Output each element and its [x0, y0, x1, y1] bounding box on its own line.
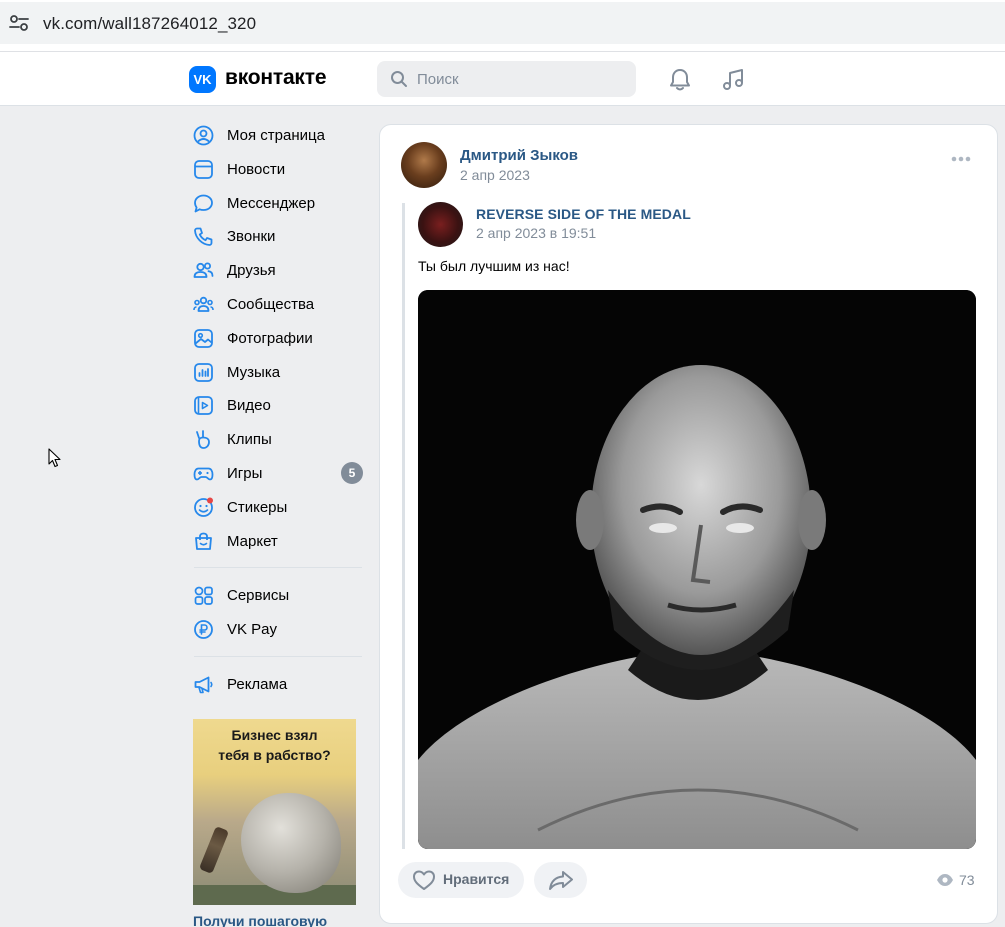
search-box[interactable]	[377, 61, 636, 97]
sidebar-divider	[194, 655, 362, 657]
sidebar-item-label: Фотографии	[227, 329, 313, 347]
repost-author-name[interactable]: REVERSE SIDE OF THE MEDAL	[476, 206, 691, 222]
sidebar-item-label: Клипы	[227, 431, 272, 449]
services-icon	[194, 587, 213, 606]
eye-icon	[937, 874, 953, 886]
ad-title[interactable]: Получи пошаговую	[193, 913, 356, 927]
sidebar-item-clips[interactable]: Клипы	[189, 422, 365, 456]
sidebar-item-label: Моя страница	[227, 127, 325, 144]
news-icon	[194, 159, 213, 179]
post-text: Ты был лучшим из нас!	[418, 258, 570, 274]
post-date[interactable]: 2 апр 2023	[460, 167, 530, 183]
sidebar-item-games[interactable]: Игры 5	[189, 456, 365, 490]
vk-logo-icon[interactable]: VK	[189, 66, 216, 93]
stickers-icon	[194, 497, 213, 517]
sidebar-item-vk-pay[interactable]: VK Pay	[189, 612, 365, 646]
sidebar-item-label: Видео	[227, 397, 271, 415]
portrait-illustration	[418, 290, 976, 849]
music-icon	[194, 362, 213, 382]
sidebar-item-market[interactable]: Маркет	[189, 524, 365, 558]
sidebar-item-label: Сообщества	[227, 295, 315, 313]
music-note-icon[interactable]	[720, 67, 746, 93]
repost-date[interactable]: 2 апр 2023 в 19:51	[476, 225, 596, 241]
sidebar-ad[interactable]: Бизнес взял тебя в рабство? Получи пошаг…	[193, 719, 356, 927]
post-photo[interactable]	[418, 290, 976, 849]
author-avatar[interactable]	[401, 142, 447, 188]
browser-address-bar: vk.com/wall187264012_320	[0, 0, 1005, 52]
games-icon	[193, 467, 214, 481]
url-text[interactable]: vk.com/wall187264012_320	[43, 14, 256, 34]
megaphone-icon	[194, 676, 213, 694]
left-sidebar: Моя страница Новости Мессенджер Звонки Д…	[189, 118, 365, 701]
sidebar-item-label: Мессенджер	[227, 194, 316, 212]
heart-icon	[413, 870, 435, 890]
views-count: 73	[959, 872, 975, 888]
sidebar-item-communities[interactable]: Сообщества	[189, 287, 365, 321]
sidebar-item-stickers[interactable]: Стикеры	[189, 490, 365, 524]
sidebar-item-photos[interactable]: Фотографии	[189, 321, 365, 355]
ad-heading-line: тебя в рабство?	[218, 747, 331, 763]
sidebar-item-messenger[interactable]: Мессенджер	[189, 186, 365, 220]
like-button[interactable]: Нравится	[398, 862, 524, 898]
ad-image-heading: Бизнес взял тебя в рабство?	[193, 725, 356, 765]
sidebar-item-services[interactable]: Сервисы	[189, 578, 365, 612]
sidebar-item-label: VK Pay	[227, 621, 278, 639]
sidebar-item-news[interactable]: Новости	[189, 152, 365, 186]
sidebar-item-label: Новости	[227, 160, 286, 178]
more-options-icon[interactable]	[950, 155, 972, 163]
sidebar-item-label: Маркет	[227, 532, 278, 550]
ad-boulder	[241, 793, 341, 893]
video-icon	[194, 396, 213, 416]
sidebar-item-label: Реклама	[227, 675, 288, 693]
bell-icon[interactable]	[667, 67, 693, 93]
sidebar-item-label: Игры	[227, 464, 263, 482]
clips-icon	[196, 430, 210, 450]
share-button[interactable]	[534, 862, 587, 898]
mouse-cursor-icon	[48, 448, 61, 468]
logo-mark: VK	[193, 72, 212, 87]
vk-wordmark[interactable]: вконтакте	[225, 66, 326, 90]
sidebar-item-ads[interactable]: Реклама	[189, 667, 365, 701]
sidebar-item-label: Друзья	[227, 262, 276, 280]
repost-avatar[interactable]	[418, 202, 463, 247]
sidebar-item-label: Стикеры	[227, 498, 288, 516]
search-icon	[391, 71, 407, 87]
sidebar-item-label: Звонки	[227, 228, 276, 246]
message-icon	[194, 194, 213, 212]
ad-heading-line: Бизнес взял	[231, 727, 318, 743]
sidebar-item-friends[interactable]: Друзья	[189, 253, 365, 287]
repost-line	[402, 203, 405, 849]
ad-figure	[198, 826, 230, 874]
user-circle-icon	[193, 125, 214, 146]
vk-header: VK вконтакте	[0, 52, 1005, 106]
sidebar-divider	[194, 567, 362, 569]
games-count-badge: 5	[341, 461, 363, 484]
post-author-name[interactable]: Дмитрий Зыков	[460, 147, 578, 164]
sidebar-item-music[interactable]: Музыка	[189, 355, 365, 389]
search-input[interactable]	[417, 61, 627, 97]
sidebar-item-my-page[interactable]: Моя страница	[189, 118, 365, 152]
market-icon	[195, 532, 212, 550]
vkpay-icon	[194, 620, 213, 640]
wall-post: Дмитрий Зыков 2 апр 2023 REVERSE SIDE OF…	[379, 124, 998, 924]
sidebar-item-video[interactable]: Видео	[189, 388, 365, 422]
like-label: Нравится	[443, 871, 510, 887]
ad-image[interactable]: Бизнес взял тебя в рабство?	[193, 719, 356, 905]
url-box[interactable]: vk.com/wall187264012_320	[0, 2, 1005, 44]
photos-icon	[194, 328, 213, 348]
site-settings-icon[interactable]	[8, 12, 30, 34]
sidebar-item-calls[interactable]: Звонки	[189, 219, 365, 253]
share-arrow-icon	[549, 871, 573, 890]
friends-icon	[193, 262, 214, 279]
phone-icon	[194, 227, 213, 247]
communities-icon	[193, 296, 214, 312]
sidebar-item-label: Сервисы	[227, 587, 290, 605]
sidebar-item-label: Музыка	[227, 363, 281, 381]
